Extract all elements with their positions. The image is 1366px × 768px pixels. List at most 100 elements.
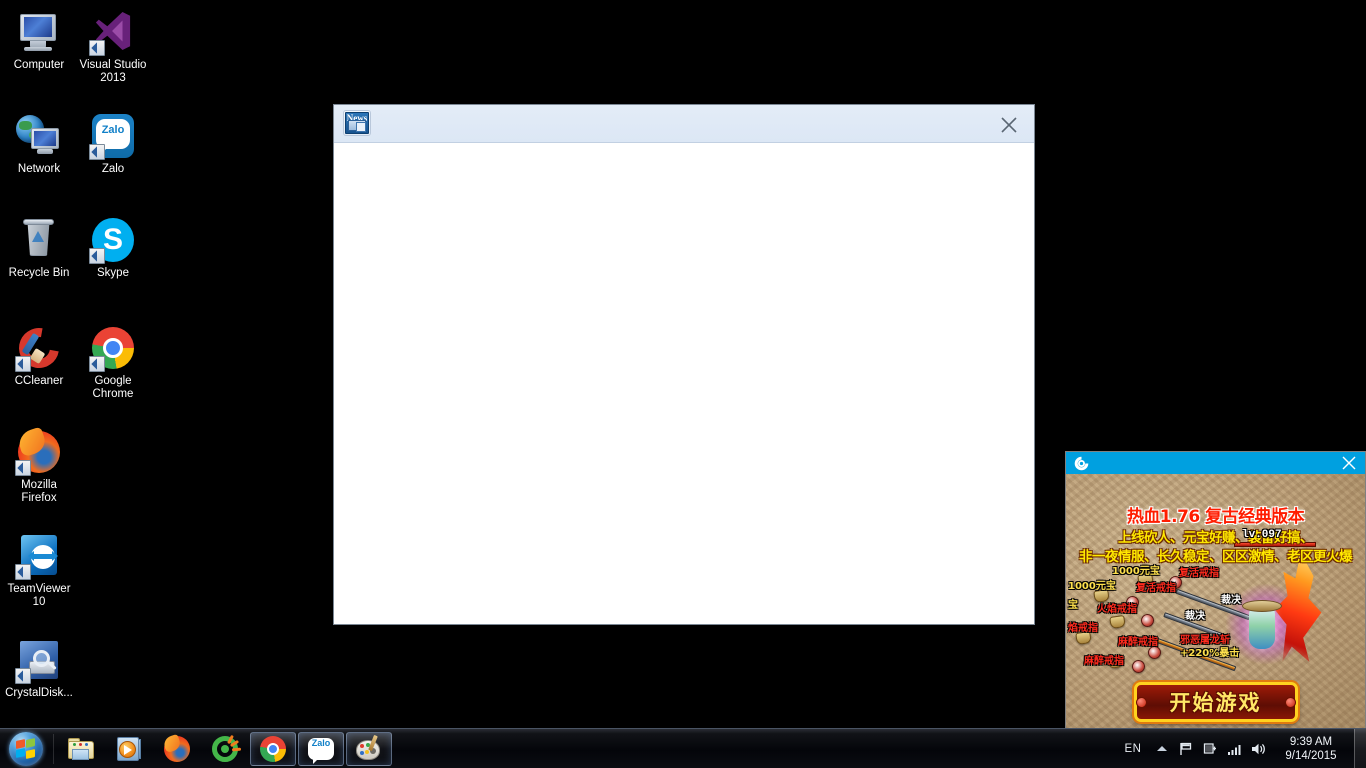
wifi-status-button[interactable] xyxy=(1222,729,1246,768)
shortcut-overlay-icon xyxy=(89,144,105,160)
taskbar-mozilla-firefox[interactable] xyxy=(154,732,200,766)
desktop-icon-network[interactable]: Network xyxy=(2,112,76,176)
desktop-icon-mozilla-firefox[interactable]: Mozilla Firefox xyxy=(2,426,76,505)
desktop-icon-label: CCleaner xyxy=(14,375,64,387)
shortcut-overlay-icon xyxy=(89,248,105,264)
drop-label: 复活戒指 xyxy=(1179,568,1219,579)
loot-item xyxy=(1109,615,1126,629)
desktop-icon-google-chrome[interactable]: Google Chrome xyxy=(76,324,150,401)
shortcut-overlay-icon xyxy=(89,40,105,56)
start-button[interactable] xyxy=(2,730,50,768)
taskbar-google-chrome[interactable] xyxy=(250,731,296,766)
computer-icon xyxy=(15,8,63,56)
desktop-icon-computer[interactable]: Computer xyxy=(2,8,76,72)
wifi-signal-icon xyxy=(1228,744,1241,755)
network-status-button[interactable] xyxy=(1198,729,1222,768)
network-plug-icon xyxy=(1203,742,1216,754)
drop-label: 1000元宝 xyxy=(1112,566,1160,577)
taskbar-paint[interactable] xyxy=(346,731,392,766)
shortcut-overlay-icon xyxy=(89,356,105,372)
desktop-icon-label: Visual Studio 2013 xyxy=(79,59,147,84)
enemy-level-label: lv.097 xyxy=(1242,529,1282,541)
windows-logo-icon xyxy=(9,731,43,766)
paint-palette-icon xyxy=(354,734,384,764)
drop-label: 裁决 xyxy=(1221,595,1241,606)
skype-icon: S xyxy=(89,216,137,264)
desktop-icon-label: Computer xyxy=(13,59,65,71)
ad-headline: 热血1.76 复古经典版本 xyxy=(1126,507,1305,527)
taskbar-windows-explorer[interactable] xyxy=(58,732,104,766)
news-window-content xyxy=(334,143,1034,624)
system-tray: EN 9:39 AM 9/14/2015 xyxy=(1116,728,1366,768)
recycle-bin-icon xyxy=(15,216,63,264)
drop-label: 麻醉戒指 xyxy=(1084,656,1124,667)
spiral-logo-icon xyxy=(1073,455,1090,472)
desktop-icon-skype[interactable]: S Skype xyxy=(76,216,150,280)
desktop-icon-label: CrystalDisk... xyxy=(5,687,73,699)
news-window-titlebar[interactable]: News xyxy=(334,105,1034,143)
taskbar-green-app[interactable] xyxy=(202,732,248,766)
news-icon: News xyxy=(343,110,371,136)
desktop-icon-label: Network xyxy=(17,163,61,175)
taskbar-zalo[interactable]: Zalo xyxy=(298,731,344,766)
desktop-icon-visual-studio-2013[interactable]: Visual Studio 2013 xyxy=(76,8,150,85)
green-circle-icon xyxy=(210,734,242,764)
game-advertisement-popup: 热血1.76 复古经典版本 上线砍人、元宝好赚、装备好搞、 非一夜情服、长久稳定… xyxy=(1065,451,1366,729)
firefox-icon xyxy=(162,733,192,764)
drop-label: +220%暴击 xyxy=(1180,648,1240,659)
shortcut-overlay-icon xyxy=(15,460,31,476)
taskbar: Zalo EN 9:39 AM 9/14/2015 xyxy=(0,728,1366,768)
start-game-button-label: 开始游戏 xyxy=(1169,691,1262,715)
show-hidden-icons-button[interactable] xyxy=(1150,729,1174,768)
loot-item xyxy=(1131,659,1146,674)
desktop-icon-teamviewer-10[interactable]: TeamViewer 10 xyxy=(2,532,76,609)
news-popup-window: News xyxy=(333,104,1035,625)
clock[interactable]: 9:39 AM 9/14/2015 xyxy=(1270,729,1352,768)
desktop-screen: Computer Visual Studio 2013 Network Zalo xyxy=(0,0,1366,768)
ad-close-button[interactable] xyxy=(1340,454,1358,472)
chrome-icon xyxy=(258,734,288,764)
desktop-icon-label: TeamViewer 10 xyxy=(7,583,71,608)
visual-studio-icon xyxy=(89,8,137,56)
google-chrome-icon xyxy=(89,324,137,372)
desktop-icon-recycle-bin[interactable]: Recycle Bin xyxy=(2,216,76,280)
network-icon xyxy=(15,112,63,160)
zalo-icon: Zalo xyxy=(89,112,137,160)
desktop-icon-label: Zalo xyxy=(101,163,125,175)
shortcut-overlay-icon xyxy=(15,356,31,372)
desktop-icon-label: Mozilla Firefox xyxy=(21,479,57,504)
close-icon xyxy=(1342,456,1356,470)
button-knob-left xyxy=(1135,697,1147,708)
desktop-icon-zalo[interactable]: Zalo Zalo xyxy=(76,112,150,176)
clock-time: 9:39 AM xyxy=(1289,735,1333,748)
drop-label: 麻醉戒指 xyxy=(1118,637,1158,648)
news-window-close-button[interactable] xyxy=(996,113,1022,137)
taskbar-windows-media-player[interactable] xyxy=(106,732,152,766)
drop-label: 焰戒指 xyxy=(1068,623,1098,634)
drop-label: 火焰戒指 xyxy=(1097,604,1137,615)
close-icon xyxy=(1001,117,1017,133)
drop-label: 复活戒指 xyxy=(1136,583,1176,594)
drop-label: 1000元宝 xyxy=(1068,581,1116,592)
desktop-icon-label: Google Chrome xyxy=(92,375,134,400)
volume-button[interactable] xyxy=(1246,729,1270,768)
desktop-icon-ccleaner[interactable]: CCleaner xyxy=(2,320,76,388)
drop-label: 裁决 xyxy=(1185,611,1205,622)
media-player-icon xyxy=(114,734,144,764)
ad-titlebar[interactable] xyxy=(1066,452,1365,474)
ccleaner-icon xyxy=(11,320,67,376)
volume-speaker-icon xyxy=(1252,743,1265,754)
language-label: EN xyxy=(1124,742,1142,755)
ad-subline-2: 非一夜情服、长久稳定、区区激情、老区更火爆 xyxy=(1079,549,1353,565)
character-hat xyxy=(1242,600,1282,612)
desktop-icon-area: Computer Visual Studio 2013 Network Zalo xyxy=(0,0,160,720)
ad-artwork-area[interactable]: 热血1.76 复古经典版本 上线砍人、元宝好赚、装备好搞、 非一夜情服、长久稳定… xyxy=(1066,474,1365,728)
button-knob-right xyxy=(1284,697,1296,708)
action-center-flag-icon xyxy=(1180,742,1192,755)
action-center-button[interactable] xyxy=(1174,729,1198,768)
language-indicator[interactable]: EN xyxy=(1116,729,1150,768)
start-game-button[interactable]: 开始游戏 xyxy=(1133,682,1298,722)
desktop-icon-crystaldiskinfo[interactable]: CrystalDisk... xyxy=(2,636,76,700)
show-desktop-button[interactable] xyxy=(1354,728,1366,768)
teamviewer-icon xyxy=(15,532,63,580)
